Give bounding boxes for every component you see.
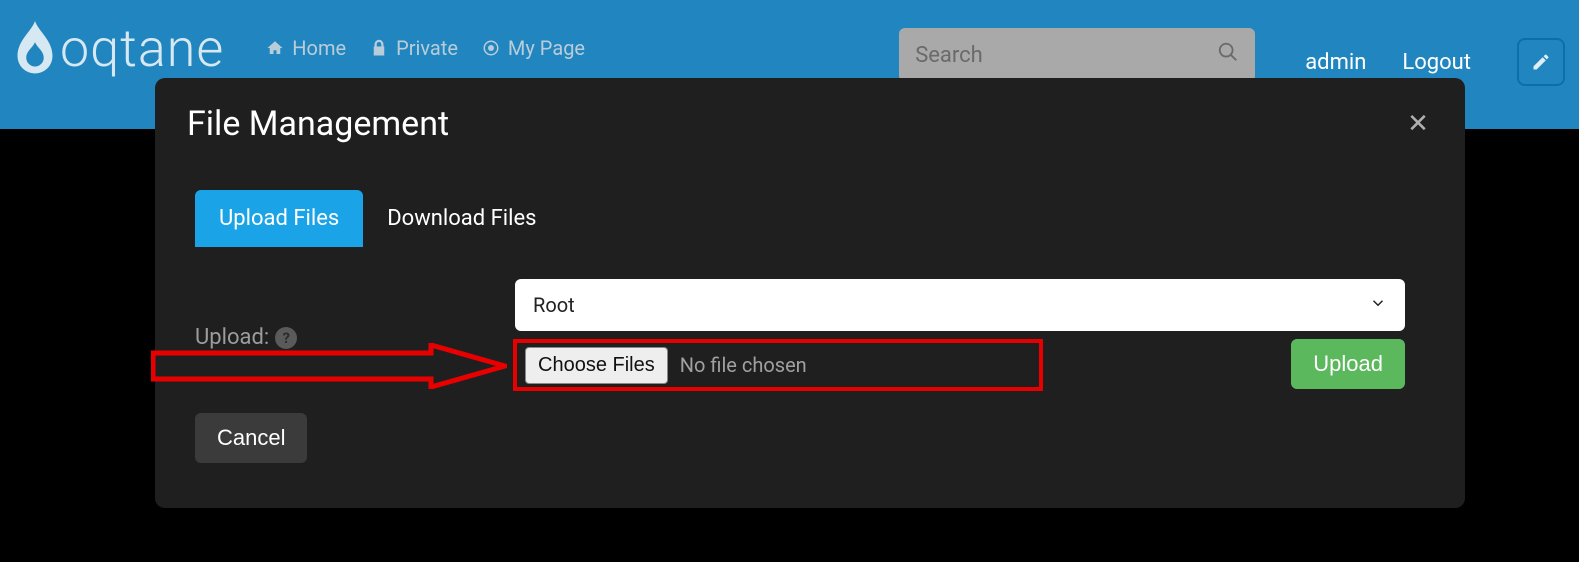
nav-private-label: Private — [396, 36, 458, 60]
main-nav: Home Private My Page — [266, 36, 585, 60]
nav-home[interactable]: Home — [266, 36, 346, 60]
file-input-group: Choose Files No file chosen — [513, 339, 1043, 391]
app-logo: oqtane — [14, 18, 224, 79]
close-icon: ✕ — [1407, 109, 1429, 139]
help-icon[interactable]: ? — [275, 327, 297, 349]
file-management-modal: File Management ✕ Upload Files Download … — [155, 78, 1465, 508]
target-icon — [482, 39, 500, 57]
nav-private[interactable]: Private — [370, 36, 458, 60]
nav-mypage-label: My Page — [508, 36, 585, 60]
home-icon — [266, 39, 284, 57]
upload-field-label: Upload: ? — [195, 325, 297, 350]
modal-tabs: Upload Files Download Files — [195, 190, 1433, 247]
chevron-down-icon — [1369, 293, 1387, 317]
search-box[interactable]: Search — [899, 28, 1255, 82]
logout-link[interactable]: Logout — [1402, 50, 1471, 75]
tab-upload-files[interactable]: Upload Files — [195, 190, 363, 247]
choose-files-button[interactable]: Choose Files — [525, 347, 668, 384]
search-placeholder: Search — [915, 43, 983, 68]
search-icon — [1217, 41, 1239, 69]
pencil-icon — [1531, 52, 1551, 72]
folder-select[interactable]: Root — [515, 279, 1405, 331]
upload-button[interactable]: Upload — [1291, 339, 1405, 389]
edit-page-button[interactable] — [1517, 38, 1565, 86]
cancel-button[interactable]: Cancel — [195, 413, 307, 463]
username-link[interactable]: admin — [1305, 50, 1366, 75]
modal-header: File Management ✕ — [187, 104, 1433, 144]
close-button[interactable]: ✕ — [1403, 109, 1433, 139]
logo-text: oqtane — [60, 18, 224, 79]
nav-mypage[interactable]: My Page — [482, 36, 585, 60]
upload-label-text: Upload: — [195, 325, 269, 350]
folder-select-value: Root — [533, 293, 575, 317]
tab-download-files[interactable]: Download Files — [363, 190, 560, 247]
nav-home-label: Home — [292, 36, 346, 60]
modal-title: File Management — [187, 104, 449, 144]
flame-icon — [14, 20, 56, 78]
file-input-status: No file chosen — [680, 353, 807, 377]
lock-icon — [370, 39, 388, 57]
